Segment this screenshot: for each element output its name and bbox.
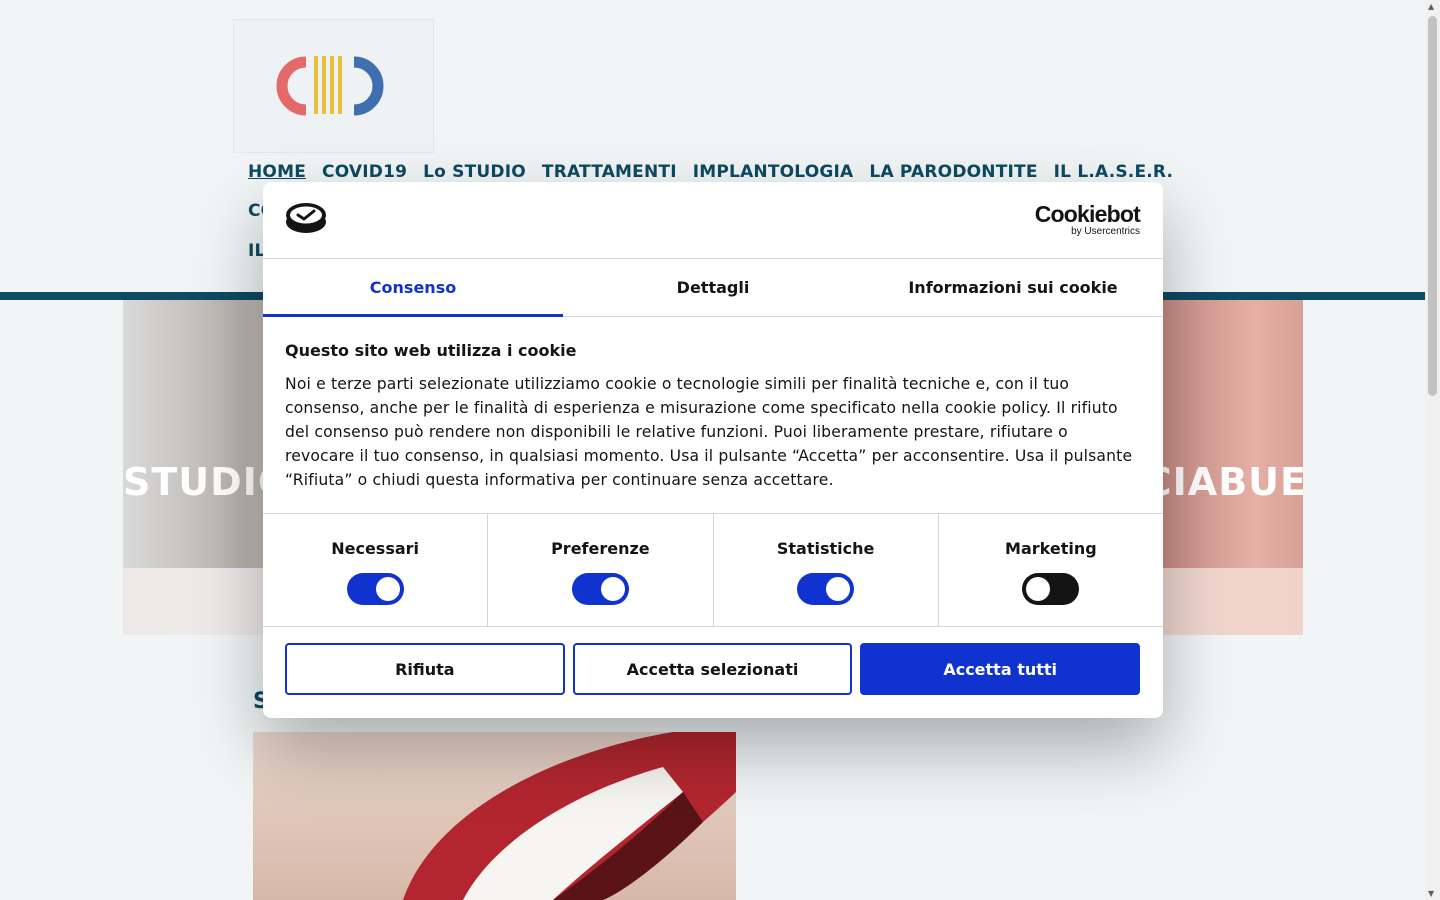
category-label: Statistiche xyxy=(776,539,875,558)
nav-parodontite[interactable]: LA PARODONTITE xyxy=(869,162,1037,182)
category-preferenze: Preferenze xyxy=(488,514,714,626)
tab-dettagli[interactable]: Dettagli xyxy=(563,259,863,316)
category-label: Necessari xyxy=(331,539,420,558)
hero-title-right: CIABUE xyxy=(1143,460,1303,504)
toggle-knob xyxy=(375,577,400,601)
category-toggles: Necessari Preferenze Statistiche Marketi… xyxy=(263,514,1163,627)
tab-consenso[interactable]: Consenso xyxy=(263,259,563,317)
toggle-preferenze[interactable] xyxy=(571,573,629,605)
nav-covid19[interactable]: COVID19 xyxy=(322,162,407,182)
reject-button[interactable]: Rifiuta xyxy=(285,643,565,695)
scroll-up-icon[interactable]: ▲ xyxy=(1428,2,1434,11)
nav-implantologia[interactable]: IMPLANTOLOGIA xyxy=(693,162,854,182)
cookie-consent-dialog: Cookiebot by Usercentrics Consenso Detta… xyxy=(263,182,1163,718)
category-statistiche: Statistiche xyxy=(714,514,939,626)
category-label: Preferenze xyxy=(551,539,650,558)
accept-selected-button[interactable]: Accetta selezionati xyxy=(572,643,853,695)
toggle-marketing[interactable] xyxy=(1022,573,1080,605)
toggle-knob xyxy=(826,577,851,601)
main-nav: HOME COVID19 Lo STUDIO TRATTAMENTI IMPLA… xyxy=(248,162,1189,182)
dialog-actions: Rifiuta Accetta selezionati Accetta tutt… xyxy=(263,627,1163,695)
dialog-tabs: Consenso Dettagli Informazioni sui cooki… xyxy=(263,259,1163,317)
cookiebot-brand[interactable]: Cookiebot by Usercentrics xyxy=(1034,201,1141,238)
smile-image xyxy=(253,732,736,900)
accept-all-button[interactable]: Accetta tutti xyxy=(860,643,1140,695)
toggle-necessari[interactable] xyxy=(346,573,404,605)
dialog-header: Cookiebot by Usercentrics xyxy=(263,182,1163,259)
brand-sub: by Usercentrics xyxy=(1071,226,1140,237)
nav-trattamenti[interactable]: TRATTAMENTI xyxy=(542,162,677,182)
nav-home[interactable]: HOME xyxy=(248,162,306,182)
smile-illustration xyxy=(403,732,736,900)
consent-heading: Questo sito web utilizza i cookie xyxy=(285,341,577,360)
consent-body: Noi e terze parti selezionate utilizziam… xyxy=(285,375,1133,489)
tab-informazioni[interactable]: Informazioni sui cookie xyxy=(863,259,1163,316)
category-necessari: Necessari xyxy=(263,514,489,626)
category-marketing: Marketing xyxy=(939,514,1163,626)
cookiebot-logo-icon xyxy=(285,202,327,238)
brand-name: Cookiebot xyxy=(1034,201,1141,227)
consent-content: Questo sito web utilizza i cookie Noi e … xyxy=(263,317,1163,514)
site-logo[interactable] xyxy=(233,19,434,153)
nav-studio[interactable]: Lo STUDIO xyxy=(423,162,526,182)
page-scrollbar[interactable]: ▲ ▼ xyxy=(1425,0,1440,900)
category-label: Marketing xyxy=(1005,539,1097,558)
toggle-knob xyxy=(1026,577,1051,601)
toggle-knob xyxy=(600,577,625,601)
scroll-down-icon[interactable]: ▼ xyxy=(1428,889,1434,898)
toggle-statistiche[interactable] xyxy=(797,573,855,605)
scroll-thumb[interactable] xyxy=(1428,16,1437,396)
nav-laser[interactable]: IL L.A.S.E.R. xyxy=(1054,162,1174,182)
logo-graphic xyxy=(276,56,384,116)
